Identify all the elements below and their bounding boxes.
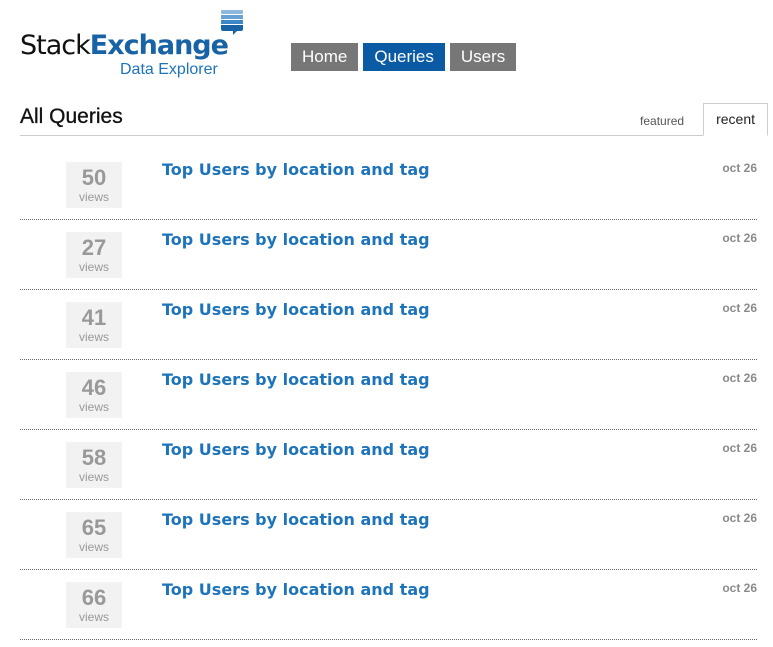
query-row: 27 views Top Users by location and tag o… [20,220,757,290]
nav-home-button[interactable]: Home [291,43,359,71]
query-title-link[interactable]: Top Users by location and tag [162,440,430,459]
views-label: views [78,610,109,624]
main-nav: Home Queries Users [291,43,521,71]
query-date: oct 26 [722,511,757,525]
query-row: 66 views Top Users by location and tag o… [20,570,757,640]
query-date: oct 26 [722,301,757,315]
query-row: 65 views Top Users by location and tag o… [20,500,757,570]
query-row: 41 views Top Users by location and tag o… [20,290,757,360]
views-counter: 41 views [66,302,122,348]
views-count: 41 [81,305,107,330]
query-title-link[interactable]: Top Users by location and tag [162,370,430,389]
query-title-link[interactable]: Top Users by location and tag [162,160,430,179]
views-counter: 58 views [66,442,122,488]
sort-tabs: featured recent [640,103,768,136]
views-count: 27 [81,235,107,260]
query-date: oct 26 [722,371,757,385]
query-date: oct 26 [722,581,757,595]
views-label: views [78,540,109,554]
views-label: views [78,400,109,414]
section-header: All Queries featured recent [20,103,768,136]
views-count: 66 [81,585,107,610]
query-row: 50 views Top Users by location and tag o… [20,150,757,220]
query-title-link[interactable]: Top Users by location and tag [162,300,430,319]
logo-wordmark: StackExchange [20,30,229,62]
query-date: oct 26 [722,231,757,245]
views-counter: 50 views [66,162,122,208]
tab-recent[interactable]: recent [703,103,768,136]
query-row: 58 views Top Users by location and tag o… [20,430,757,500]
logo-wordmark-exchange: Exchange [89,30,229,61]
tab-featured[interactable]: featured [640,114,703,136]
views-count: 58 [81,445,107,470]
query-row: 46 views Top Users by location and tag o… [20,360,757,430]
query-title-link[interactable]: Top Users by location and tag [162,580,430,599]
views-counter: 27 views [66,232,122,278]
query-title-link[interactable]: Top Users by location and tag [162,510,430,529]
page-title: All Queries [20,105,123,128]
views-label: views [78,470,109,484]
views-label: views [78,190,109,204]
views-label: views [78,330,109,344]
nav-users-button[interactable]: Users [449,43,517,71]
logo-wordmark-stack: Stack [20,30,91,61]
views-counter: 66 views [66,582,122,628]
site-logo[interactable]: StackExchange Data Explorer [20,8,246,80]
query-date: oct 26 [722,161,757,175]
views-counter: 65 views [66,512,122,558]
query-date: oct 26 [722,441,757,455]
nav-queries-button[interactable]: Queries [363,43,445,71]
views-count: 50 [81,165,107,190]
views-count: 65 [81,515,107,540]
views-label: views [78,260,109,274]
views-count: 46 [81,375,107,400]
query-list: 50 views Top Users by location and tag o… [20,150,757,640]
query-title-link[interactable]: Top Users by location and tag [162,230,430,249]
views-counter: 46 views [66,372,122,418]
logo-subtitle: Data Explorer [120,61,218,78]
